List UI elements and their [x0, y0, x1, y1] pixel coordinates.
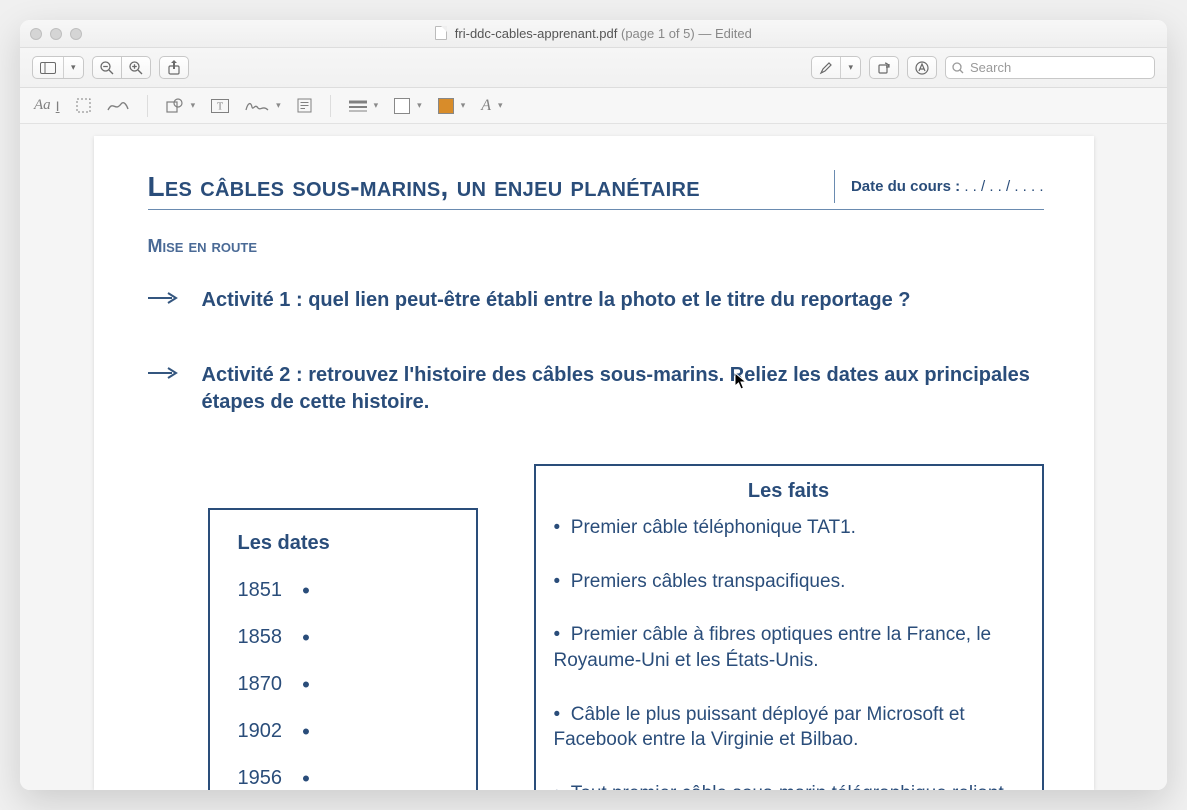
signature-icon — [245, 99, 269, 113]
pdf-document-icon — [435, 26, 447, 40]
sidebar-icon — [33, 57, 64, 78]
date-row: 1858 • — [238, 626, 448, 649]
document-viewer[interactable]: Les câbles sous-marins, un enjeu planéta… — [20, 124, 1167, 790]
fact-text: Premiers câbles transpacifiques. — [571, 571, 846, 592]
markup-toggle-button[interactable] — [907, 56, 937, 79]
date-label: Date du cours : — [851, 178, 964, 195]
border-color-button[interactable]: ▾ — [394, 98, 422, 114]
window-title: fri-ddc-cables-apprenant.pdf (page 1 of … — [20, 26, 1167, 41]
fact-text: Câble le plus puissant déployé par Micro… — [554, 704, 965, 751]
textbox-icon: T — [211, 99, 229, 113]
minimize-window-icon[interactable] — [50, 28, 62, 40]
dates-header: Les dates — [238, 532, 448, 555]
highlighter-icon — [812, 57, 841, 78]
selection-icon — [76, 98, 91, 113]
dates-box: Les dates 1851 • 1858 • 1870 • 1902 • 19… — [208, 508, 478, 790]
shapes-button[interactable]: ▾ — [166, 98, 196, 113]
edited-label: — Edited — [698, 26, 751, 41]
sketch-tool-button[interactable] — [107, 100, 129, 112]
svg-text:T: T — [217, 101, 223, 112]
fact-text: Premier câble téléphonique TAT1. — [571, 517, 856, 538]
rotate-icon — [877, 61, 891, 75]
highlight-button[interactable]: ▾ — [811, 56, 861, 79]
zoom-in-icon — [129, 61, 143, 75]
chevron-down-icon: ▾ — [64, 57, 83, 78]
search-field[interactable]: Search — [945, 56, 1155, 79]
close-window-icon[interactable] — [30, 28, 42, 40]
date-field: Date du cours : . . / . . / . . . . — [834, 170, 1044, 203]
text-style-button[interactable]: AaI — [34, 97, 60, 114]
fact-item: • Premiers câbles transpacifiques. — [554, 569, 1024, 595]
toolbar: ▾ ▾ — [20, 48, 1167, 88]
text-style-icon: Aa — [34, 97, 51, 114]
sign-button[interactable]: ▾ — [245, 99, 281, 113]
note-icon — [297, 98, 312, 113]
facts-header: Les faits — [554, 480, 1024, 503]
markup-bar: AaI ▾ T — [20, 88, 1167, 124]
search-icon — [952, 62, 964, 74]
window-controls — [30, 28, 82, 40]
selection-tool-button[interactable] — [76, 98, 91, 113]
date-value: 1870 — [238, 673, 283, 696]
document-title: Les câbles sous-marins, un enjeu planéta… — [148, 171, 834, 203]
date-row: 1902 • — [238, 720, 448, 743]
activity-2-text: Activité 2 : retrouvez l'histoire des câ… — [202, 362, 1044, 416]
activity-1-text: Activité 1 : quel lien peut-être établi … — [202, 287, 911, 314]
pdf-page: Les câbles sous-marins, un enjeu planéta… — [94, 136, 1094, 790]
fact-item: • Tout premier câble sous-marin télégrap… — [554, 781, 1024, 790]
date-value: 1956 — [238, 767, 283, 790]
share-button[interactable] — [159, 56, 189, 79]
facts-box: Les faits • Premier câble téléphonique T… — [534, 464, 1044, 790]
fill-color-swatch — [438, 98, 454, 114]
date-row: 1851 • — [238, 579, 448, 602]
activity-2: Activité 2 : retrouvez l'histoire des câ… — [148, 362, 1044, 416]
zoom-window-icon[interactable] — [70, 28, 82, 40]
line-style-button[interactable]: ▾ — [349, 100, 379, 112]
preview-window: fri-ddc-cables-apprenant.pdf (page 1 of … — [20, 20, 1167, 790]
fact-text: Tout premier câble sous-marin télégraphi… — [554, 783, 1004, 790]
arrow-icon — [148, 366, 180, 380]
note-button[interactable] — [297, 98, 312, 113]
sketch-icon — [107, 100, 129, 112]
date-dots: . . / . . / . . . . — [964, 178, 1043, 195]
filename-label: fri-ddc-cables-apprenant.pdf — [455, 26, 618, 41]
zoom-in-button[interactable] — [121, 56, 151, 79]
shapes-icon — [166, 98, 184, 113]
font-button[interactable]: A▾ — [481, 97, 502, 115]
rotate-button[interactable] — [869, 56, 899, 79]
page-indicator: (page 1 of 5) — [621, 26, 695, 41]
search-placeholder: Search — [970, 60, 1011, 75]
fact-item: • Câble le plus puissant déployé par Mic… — [554, 702, 1024, 753]
section-heading: Mise en route — [148, 236, 1044, 257]
font-icon: A — [481, 97, 491, 115]
date-value: 1902 — [238, 720, 283, 743]
zoom-out-icon — [100, 61, 114, 75]
sidebar-toggle-button[interactable]: ▾ — [32, 56, 84, 79]
activity-1: Activité 1 : quel lien peut-être établi … — [148, 287, 1044, 314]
fact-item: • Premier câble téléphonique TAT1. — [554, 515, 1024, 541]
textbox-button[interactable]: T — [211, 99, 229, 113]
fill-color-button[interactable]: ▾ — [438, 98, 466, 114]
line-style-icon — [349, 100, 367, 112]
arrow-icon — [148, 291, 180, 305]
date-value: 1858 — [238, 626, 283, 649]
chevron-down-icon: ▾ — [841, 57, 860, 78]
border-color-swatch — [394, 98, 410, 114]
zoom-out-button[interactable] — [92, 56, 122, 79]
date-row: 1870 • — [238, 673, 448, 696]
share-icon — [168, 60, 180, 75]
titlebar[interactable]: fri-ddc-cables-apprenant.pdf (page 1 of … — [20, 20, 1167, 48]
fact-item: • Premier câble à fibres optiques entre … — [554, 622, 1024, 673]
date-row: 1956 • — [238, 767, 448, 790]
date-value: 1851 — [238, 579, 283, 602]
fact-text: Premier câble à fibres optiques entre la… — [554, 624, 992, 671]
markup-icon — [915, 61, 929, 75]
